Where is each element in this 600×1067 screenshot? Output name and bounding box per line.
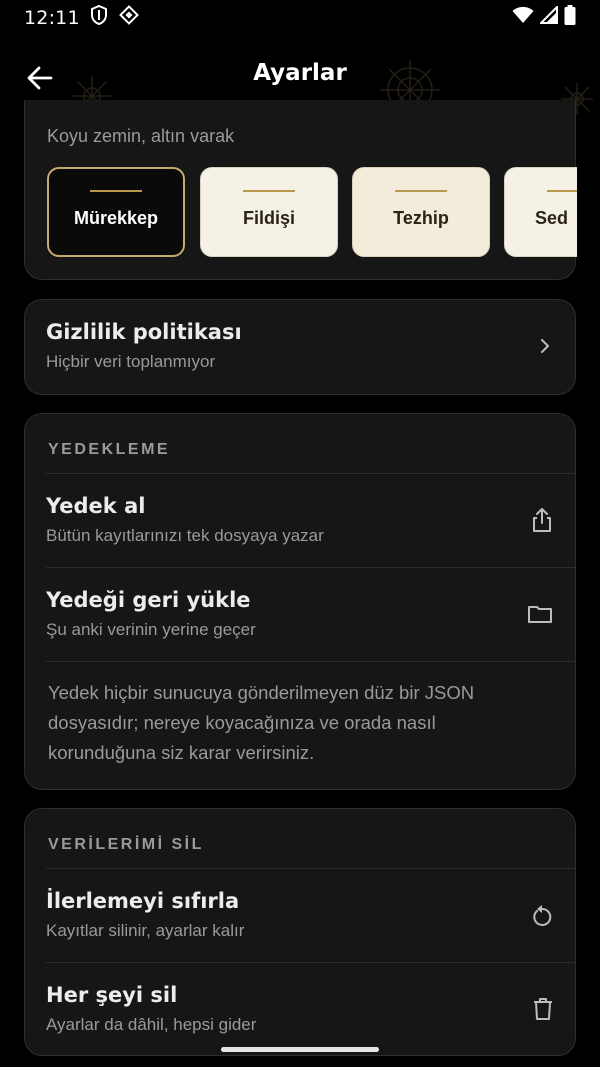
home-indicator[interactable] bbox=[221, 1047, 379, 1052]
row-subtitle: Şu anki verinin yerine geçer bbox=[46, 620, 256, 639]
theme-option-murekkep[interactable]: Mürekkep bbox=[47, 167, 185, 257]
status-bar: 12:11 bbox=[0, 0, 600, 36]
divider bbox=[46, 661, 575, 662]
trash-icon bbox=[534, 998, 552, 1020]
theme-option-label: Sed bbox=[535, 207, 569, 228]
backup-section: YEDEKLEME Yedek al Bütün kayıtlarınızı t… bbox=[24, 413, 576, 790]
swatch-accent-bar bbox=[243, 189, 295, 192]
theme-option-tezhip[interactable]: Tezhip bbox=[352, 167, 490, 257]
theme-option-fildisi[interactable]: Fildişi bbox=[200, 167, 338, 257]
signal-icon bbox=[538, 4, 558, 30]
row-title: İlerlemeyi sıfırla bbox=[46, 889, 240, 913]
chevron-right-icon bbox=[541, 339, 549, 353]
swatch-accent-bar bbox=[547, 189, 577, 192]
row-subtitle: Kayıtlar silinir, ayarlar kalır bbox=[46, 921, 245, 940]
theme-option-label: Tezhip bbox=[393, 207, 449, 228]
section-label-backup: YEDEKLEME bbox=[48, 441, 171, 458]
theme-swatches: Mürekkep Fildişi Tezhip Sed bbox=[47, 167, 577, 259]
backup-note: Yedek hiçbir sunucuya gönderilmeyen düz … bbox=[48, 682, 475, 763]
delete-data-section: VERİLERİMİ SİL İlerlemeyi sıfırla Kayıtl… bbox=[24, 808, 576, 1056]
folder-icon bbox=[528, 606, 552, 623]
theme-option-label: Mürekkep bbox=[73, 207, 159, 228]
backup-restore-button[interactable]: Yedeği geri yükle Şu anki verinin yerine… bbox=[46, 568, 575, 661]
theme-option-label: Fildişi bbox=[242, 207, 295, 228]
shield-icon bbox=[90, 4, 108, 31]
row-subtitle: Ayarlar da dâhil, hepsi gider bbox=[46, 1015, 257, 1034]
delete-everything-button[interactable]: Her şeyi sil Ayarlar da dâhil, hepsi gid… bbox=[46, 963, 575, 1056]
status-time: 12:11 bbox=[24, 7, 80, 29]
diamond-icon bbox=[118, 4, 140, 32]
privacy-title: Gizlilik politikası bbox=[46, 320, 242, 344]
privacy-policy-row[interactable]: Gizlilik politikası Hiçbir veri toplanmı… bbox=[24, 299, 576, 395]
section-label-delete: VERİLERİMİ SİL bbox=[48, 836, 204, 853]
theme-card: Koyu zemin, altın varak Mürekkep Fildişi… bbox=[24, 100, 577, 280]
row-title: Her şeyi sil bbox=[46, 983, 178, 1007]
row-subtitle: Bütün kayıtlarınızı tek dosyaya yazar bbox=[46, 526, 324, 545]
row-title: Yedeği geri yükle bbox=[46, 588, 251, 612]
theme-option-sed[interactable]: Sed bbox=[504, 167, 577, 257]
row-title: Yedek al bbox=[46, 494, 146, 518]
reset-icon bbox=[533, 905, 552, 926]
share-icon bbox=[533, 508, 551, 532]
wifi-icon bbox=[512, 6, 534, 30]
backup-export-button[interactable]: Yedek al Bütün kayıtlarınızı tek dosyaya… bbox=[46, 474, 575, 567]
swatch-accent-bar bbox=[395, 189, 447, 192]
privacy-subtitle: Hiçbir veri toplanmıyor bbox=[46, 352, 216, 371]
reset-progress-button[interactable]: İlerlemeyi sıfırla Kayıtlar silinir, aya… bbox=[46, 869, 575, 962]
swatch-accent-bar bbox=[90, 189, 142, 192]
battery-icon bbox=[564, 5, 576, 31]
theme-subtitle: Koyu zemin, altın varak bbox=[47, 126, 235, 146]
